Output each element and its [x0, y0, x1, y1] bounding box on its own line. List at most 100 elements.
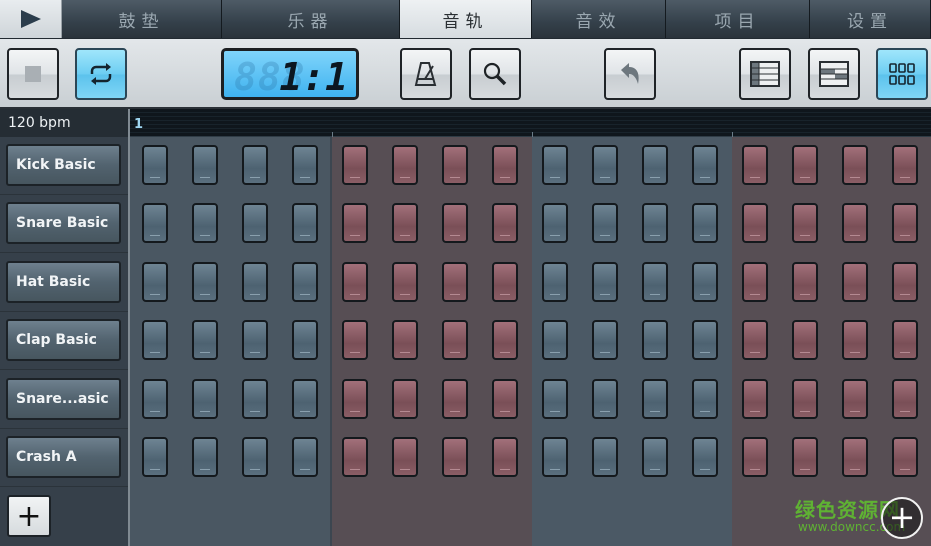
- step-pad[interactable]: [542, 320, 568, 360]
- step-pad[interactable]: [192, 262, 218, 302]
- step-pad[interactable]: [692, 203, 718, 243]
- step-pad[interactable]: [442, 379, 468, 419]
- step-pad[interactable]: [642, 203, 668, 243]
- step-pad[interactable]: [192, 145, 218, 185]
- step-pad[interactable]: [892, 145, 918, 185]
- step-pad[interactable]: [492, 145, 518, 185]
- instrument-button[interactable]: Clap Basic: [6, 319, 121, 361]
- step-pad[interactable]: [492, 320, 518, 360]
- tab-drum-pads[interactable]: 鼓垫: [62, 0, 222, 38]
- step-pad[interactable]: [792, 379, 818, 419]
- step-pad[interactable]: [842, 145, 868, 185]
- step-pad[interactable]: [192, 379, 218, 419]
- step-pad[interactable]: [792, 145, 818, 185]
- step-pad[interactable]: [692, 320, 718, 360]
- step-pad[interactable]: [792, 262, 818, 302]
- add-instrument-button[interactable]: +: [7, 495, 51, 537]
- zoom-button[interactable]: [469, 48, 521, 100]
- step-pad[interactable]: [792, 437, 818, 477]
- step-pad[interactable]: [492, 203, 518, 243]
- step-pad[interactable]: [642, 145, 668, 185]
- step-pad[interactable]: [842, 320, 868, 360]
- step-pad[interactable]: [392, 437, 418, 477]
- step-pad[interactable]: [542, 203, 568, 243]
- step-pad[interactable]: [892, 379, 918, 419]
- step-pad[interactable]: [642, 437, 668, 477]
- step-pad[interactable]: [492, 379, 518, 419]
- undo-button[interactable]: [604, 48, 656, 100]
- step-pad[interactable]: [192, 320, 218, 360]
- step-pad[interactable]: [742, 320, 768, 360]
- step-pad[interactable]: [792, 320, 818, 360]
- step-pad[interactable]: [392, 145, 418, 185]
- step-pad[interactable]: [392, 379, 418, 419]
- step-pad[interactable]: [542, 379, 568, 419]
- step-pad[interactable]: [842, 262, 868, 302]
- play-button[interactable]: [0, 0, 62, 38]
- step-pad[interactable]: [142, 379, 168, 419]
- step-pad[interactable]: [242, 262, 268, 302]
- metronome-button[interactable]: [400, 48, 452, 100]
- instrument-button[interactable]: Kick Basic: [6, 144, 121, 186]
- step-pad[interactable]: [842, 203, 868, 243]
- step-pad[interactable]: [892, 320, 918, 360]
- step-pad[interactable]: [742, 262, 768, 302]
- step-pad[interactable]: [242, 437, 268, 477]
- step-pad[interactable]: [792, 203, 818, 243]
- step-pad[interactable]: [392, 203, 418, 243]
- step-pad[interactable]: [892, 437, 918, 477]
- step-pad[interactable]: [142, 262, 168, 302]
- loop-button[interactable]: [75, 48, 127, 100]
- step-pad[interactable]: [242, 320, 268, 360]
- step-pad[interactable]: [342, 437, 368, 477]
- step-pad[interactable]: [692, 379, 718, 419]
- step-pad[interactable]: [492, 437, 518, 477]
- tab-settings[interactable]: 设置: [810, 0, 931, 38]
- step-pad[interactable]: [242, 379, 268, 419]
- tab-project[interactable]: 项目: [666, 0, 810, 38]
- step-pad[interactable]: [842, 437, 868, 477]
- step-pad[interactable]: [292, 145, 318, 185]
- step-pad[interactable]: [692, 262, 718, 302]
- step-pad[interactable]: [342, 145, 368, 185]
- step-pad[interactable]: [692, 145, 718, 185]
- step-pad[interactable]: [142, 320, 168, 360]
- step-pad[interactable]: [642, 262, 668, 302]
- step-pad[interactable]: [542, 437, 568, 477]
- step-pad[interactable]: [242, 203, 268, 243]
- step-pad[interactable]: [392, 320, 418, 360]
- step-pad[interactable]: [592, 262, 618, 302]
- step-pad[interactable]: [342, 379, 368, 419]
- step-pad[interactable]: [292, 262, 318, 302]
- list-view-button[interactable]: [739, 48, 791, 100]
- stop-button[interactable]: [7, 48, 59, 100]
- step-pad[interactable]: [192, 203, 218, 243]
- tempo-label[interactable]: 120 bpm: [0, 109, 128, 137]
- instrument-button[interactable]: Snare...asic: [6, 378, 121, 420]
- tab-effects[interactable]: 音效: [532, 0, 666, 38]
- step-pad[interactable]: [592, 320, 618, 360]
- tab-instruments[interactable]: 乐器: [222, 0, 400, 38]
- step-pad[interactable]: [292, 203, 318, 243]
- step-pad[interactable]: [142, 145, 168, 185]
- instrument-button[interactable]: Crash A: [6, 436, 121, 478]
- step-pad[interactable]: [392, 262, 418, 302]
- step-pad[interactable]: [342, 262, 368, 302]
- step-pad[interactable]: [292, 437, 318, 477]
- step-pad[interactable]: [842, 379, 868, 419]
- step-pad[interactable]: [742, 145, 768, 185]
- tab-tracks[interactable]: 音轨: [400, 0, 532, 38]
- step-pad[interactable]: [542, 262, 568, 302]
- step-pad[interactable]: [492, 262, 518, 302]
- step-pad[interactable]: [692, 437, 718, 477]
- step-pad[interactable]: [592, 145, 618, 185]
- step-pad[interactable]: [742, 203, 768, 243]
- instrument-button[interactable]: Snare Basic: [6, 202, 121, 244]
- step-pad[interactable]: [342, 203, 368, 243]
- step-pad[interactable]: [892, 203, 918, 243]
- step-pad[interactable]: [592, 437, 618, 477]
- floating-add-button[interactable]: +: [881, 497, 923, 539]
- timeline-ruler[interactable]: 1: [130, 109, 931, 137]
- step-pad[interactable]: [442, 203, 468, 243]
- step-pad[interactable]: [592, 379, 618, 419]
